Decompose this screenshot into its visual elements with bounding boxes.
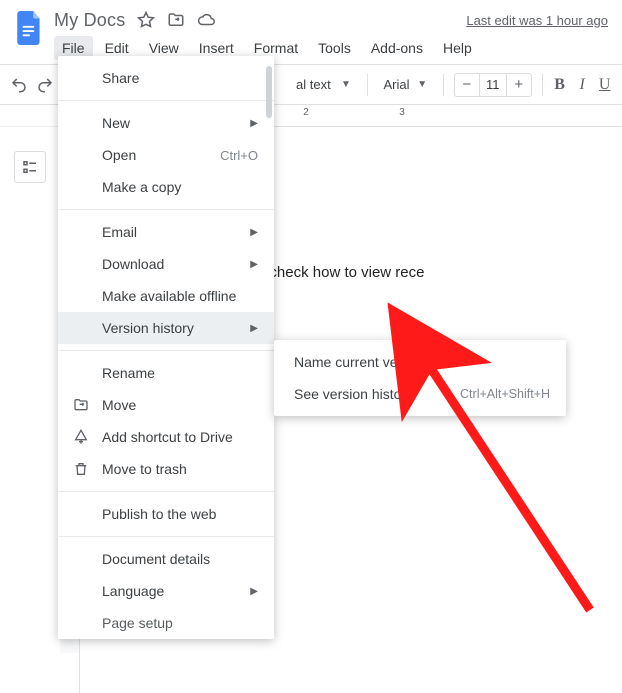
paragraph-style-select[interactable]: al text ▼ xyxy=(290,72,357,98)
file-menu-new[interactable]: New▶ xyxy=(58,107,274,139)
last-edit-link[interactable]: Last edit was 1 hour ago xyxy=(466,13,610,28)
file-menu-language[interactable]: Language▶ xyxy=(58,575,274,607)
font-family-label: Arial xyxy=(383,77,409,92)
file-menu-trash[interactable]: Move to trash xyxy=(58,453,274,485)
paragraph-style-label: al text xyxy=(296,77,331,92)
ruler-label: 2 xyxy=(303,107,309,118)
file-menu-download[interactable]: Download▶ xyxy=(58,248,274,280)
font-size-increase-button[interactable]: + xyxy=(507,74,531,96)
menu-help[interactable]: Help xyxy=(435,36,480,60)
move-icon xyxy=(72,396,90,414)
chevron-down-icon: ▼ xyxy=(417,79,427,90)
file-menu-move[interactable]: Move xyxy=(58,389,274,421)
file-menu-dropdown: Share New▶ OpenCtrl+O Make a copy Email▶… xyxy=(58,56,274,639)
shortcut-label: Ctrl+O xyxy=(220,148,258,163)
italic-button[interactable]: I xyxy=(575,72,590,98)
docs-logo-icon[interactable] xyxy=(12,6,48,50)
file-menu-document-details[interactable]: Document details xyxy=(58,543,274,575)
file-menu-share[interactable]: Share xyxy=(58,62,274,94)
shortcut-label: Ctrl+Alt+Shift+H xyxy=(460,387,550,401)
document-outline-button[interactable] xyxy=(14,151,46,183)
file-menu-publish[interactable]: Publish to the web xyxy=(58,498,274,530)
file-menu-make-a-copy[interactable]: Make a copy xyxy=(58,171,274,203)
cloud-status-icon[interactable] xyxy=(197,11,215,29)
file-menu-email[interactable]: Email▶ xyxy=(58,216,274,248)
trash-icon xyxy=(72,460,90,478)
menu-tools[interactable]: Tools xyxy=(310,36,359,60)
chevron-down-icon: ▼ xyxy=(341,79,351,90)
app-header: My Docs Last edit was 1 hour ago File Ed… xyxy=(0,0,622,62)
file-menu-rename[interactable]: Rename xyxy=(58,357,274,389)
submenu-arrow-icon: ▶ xyxy=(250,259,258,270)
bold-button[interactable]: B xyxy=(552,72,567,98)
font-size-decrease-button[interactable]: − xyxy=(455,74,479,96)
submenu-arrow-icon: ▶ xyxy=(250,323,258,334)
undo-button[interactable] xyxy=(10,72,28,98)
file-menu-offline[interactable]: Make available offline xyxy=(58,280,274,312)
file-menu-page-setup[interactable]: Page setup xyxy=(58,607,274,639)
submenu-name-current-version[interactable]: Name current version xyxy=(274,346,566,378)
move-folder-icon[interactable] xyxy=(167,11,185,29)
submenu-arrow-icon: ▶ xyxy=(250,118,258,129)
submenu-arrow-icon: ▶ xyxy=(250,586,258,597)
file-menu-add-shortcut[interactable]: Add shortcut to Drive xyxy=(58,421,274,453)
document-title[interactable]: My Docs xyxy=(54,10,125,31)
file-menu-version-history[interactable]: Version history▶ xyxy=(58,312,274,344)
font-size-stepper[interactable]: − 11 + xyxy=(454,73,532,97)
underline-button[interactable]: U xyxy=(597,72,612,98)
font-family-select[interactable]: Arial ▼ xyxy=(377,72,433,98)
redo-button[interactable] xyxy=(36,72,54,98)
font-size-value[interactable]: 11 xyxy=(479,74,507,96)
submenu-see-version-history[interactable]: See version history Ctrl+Alt+Shift+H xyxy=(274,378,566,410)
version-history-submenu: Name current version See version history… xyxy=(274,340,566,416)
file-menu-open[interactable]: OpenCtrl+O xyxy=(58,139,274,171)
submenu-arrow-icon: ▶ xyxy=(250,227,258,238)
ruler-label: 3 xyxy=(399,107,405,118)
star-icon[interactable] xyxy=(137,11,155,29)
menu-addons[interactable]: Add-ons xyxy=(363,36,431,60)
add-shortcut-icon xyxy=(72,428,90,446)
